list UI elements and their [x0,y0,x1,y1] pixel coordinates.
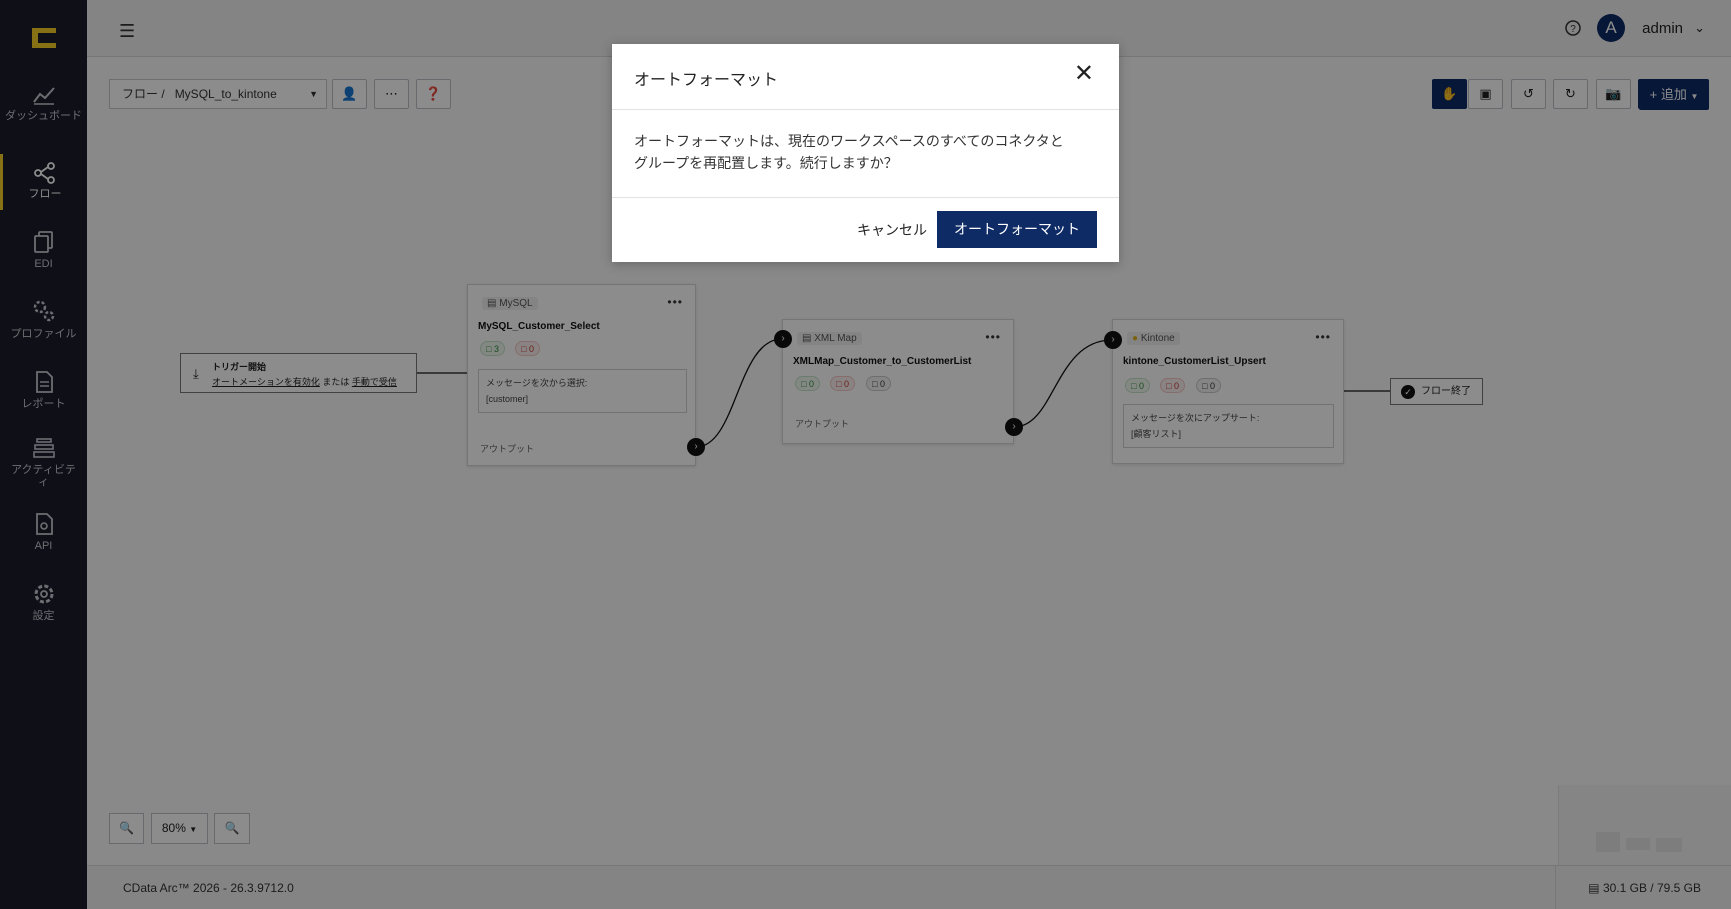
dialog-title: オートフォーマット [634,72,779,89]
dialog-divider [612,197,1119,198]
autoformat-dialog: オートフォーマット ✕ オートフォーマットは、現在のワークスペースのすべてのコネ… [612,44,1119,262]
dialog-message-line2: グループを再配置します。続行しますか？ [634,155,898,171]
dialog-divider [612,109,1119,110]
cancel-button[interactable]: キャンセル [847,212,937,248]
autoformat-confirm-button[interactable]: オートフォーマット [937,211,1097,248]
dialog-message-line1: オートフォーマットは、現在のワークスペースのすべてのコネクタと [634,133,1064,149]
close-icon[interactable]: ✕ [1074,60,1094,88]
dialog-message: オートフォーマットは、現在のワークスペースのすべてのコネクタと グループを再配置… [634,130,1094,174]
